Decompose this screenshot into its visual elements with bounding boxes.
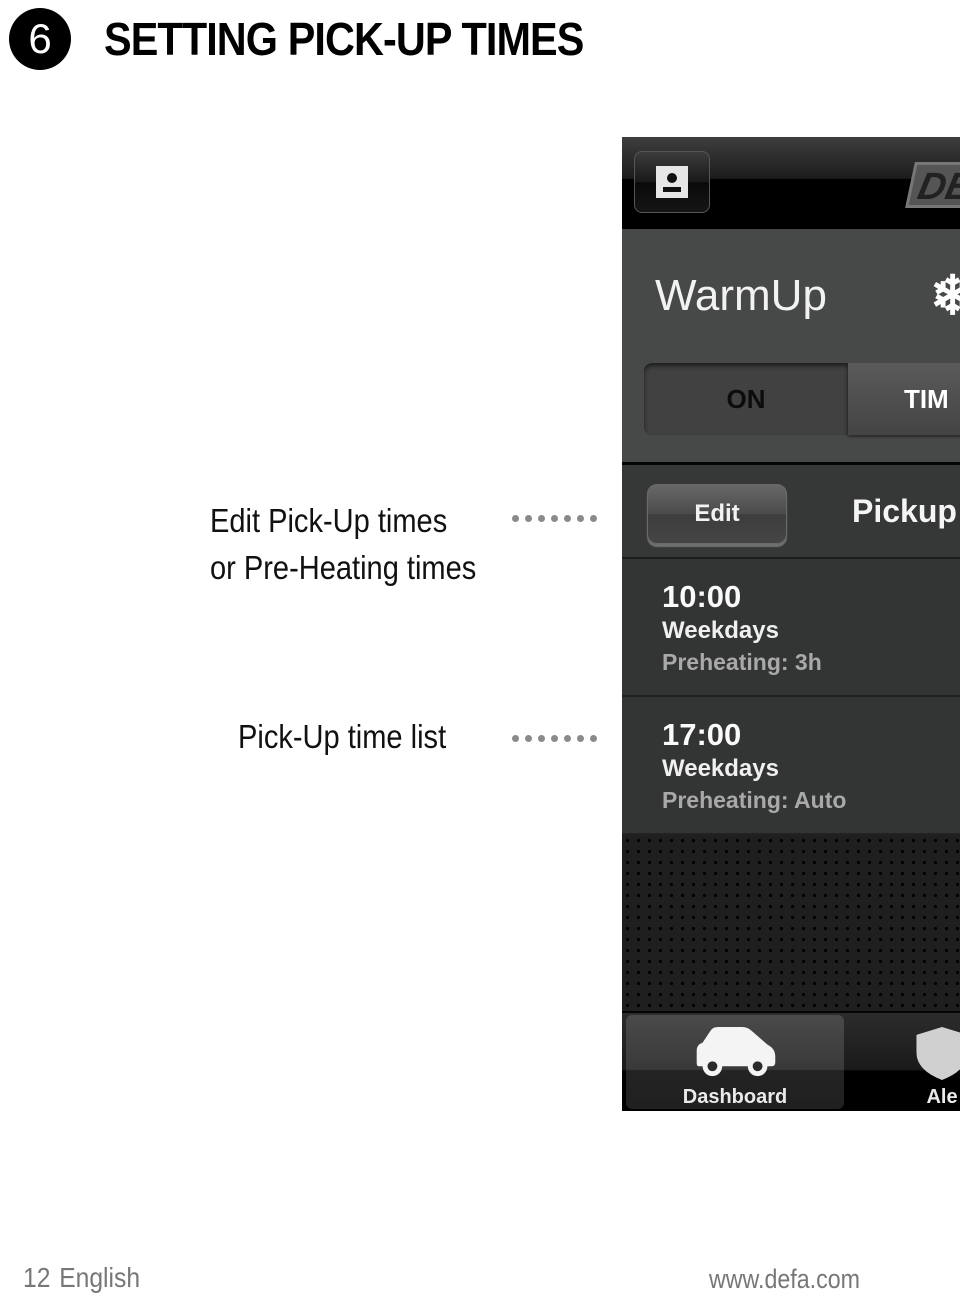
pickup-list-title: Pickup <box>852 493 957 529</box>
app-topbar: DE <box>622 137 960 229</box>
tab-label: Dashboard <box>682 1086 788 1108</box>
profile-icon <box>656 166 688 198</box>
car-icon <box>696 1026 776 1077</box>
segment-timer[interactable]: TIM <box>847 363 960 435</box>
profile-button[interactable] <box>634 151 710 213</box>
footer-page-info: 12 English <box>23 1262 140 1294</box>
step-number-badge: 6 <box>9 8 71 70</box>
pickup-time: 17:00 <box>662 717 742 752</box>
tab-bar: Dashboard Ale <box>622 1013 960 1111</box>
shield-icon <box>916 1026 960 1080</box>
app-screenshot: DE WarmUp ❄ ON TIM Edit Pickup 10:00 Wee… <box>622 137 960 1111</box>
warmup-mode-toggle: ON TIM <box>644 363 960 435</box>
tab-label: Ale <box>926 1086 958 1108</box>
callout-line: Edit Pick-Up times <box>210 502 448 539</box>
callout-pickup-list: Pick-Up time list <box>238 713 446 760</box>
tab-alerts[interactable]: Ale <box>882 1015 960 1109</box>
segment-on[interactable]: ON <box>644 363 848 435</box>
pickup-list-item[interactable]: 10:00 Weekdays Preheating: 3h <box>622 559 960 697</box>
page-title: SETTING PICK-UP TIMES <box>104 13 584 65</box>
pickup-preheating: Preheating: Auto <box>662 787 847 813</box>
callout-line: or Pre-Heating times <box>210 549 477 586</box>
leader-dots <box>512 735 597 742</box>
edit-button[interactable]: Edit <box>647 484 787 544</box>
tab-dashboard[interactable]: Dashboard <box>626 1015 844 1109</box>
pickup-list-item[interactable]: 17:00 Weekdays Preheating: Auto <box>622 697 960 835</box>
pickup-list-header: Edit Pickup <box>622 465 960 559</box>
footer-url: www.defa.com <box>709 1264 860 1294</box>
step-number: 6 <box>28 15 52 62</box>
snowflake-icon: ❄ <box>930 266 960 326</box>
page-number: 12 <box>23 1262 51 1293</box>
callout-line: Pick-Up time list <box>238 718 447 755</box>
warmup-panel: WarmUp ❄ ON TIM <box>622 229 960 463</box>
pickup-days: Weekdays <box>662 617 779 644</box>
language-label: English <box>59 1262 141 1293</box>
empty-area-texture <box>622 835 960 1013</box>
warmup-title: WarmUp <box>655 271 827 320</box>
pickup-days: Weekdays <box>662 755 779 782</box>
pickup-time: 10:00 <box>662 579 742 614</box>
callout-edit-times: Edit Pick-Up times or Pre-Heating times <box>210 497 476 591</box>
pickup-preheating: Preheating: 3h <box>662 649 822 675</box>
leader-dots <box>512 515 597 522</box>
defa-logo: DE <box>905 162 960 208</box>
